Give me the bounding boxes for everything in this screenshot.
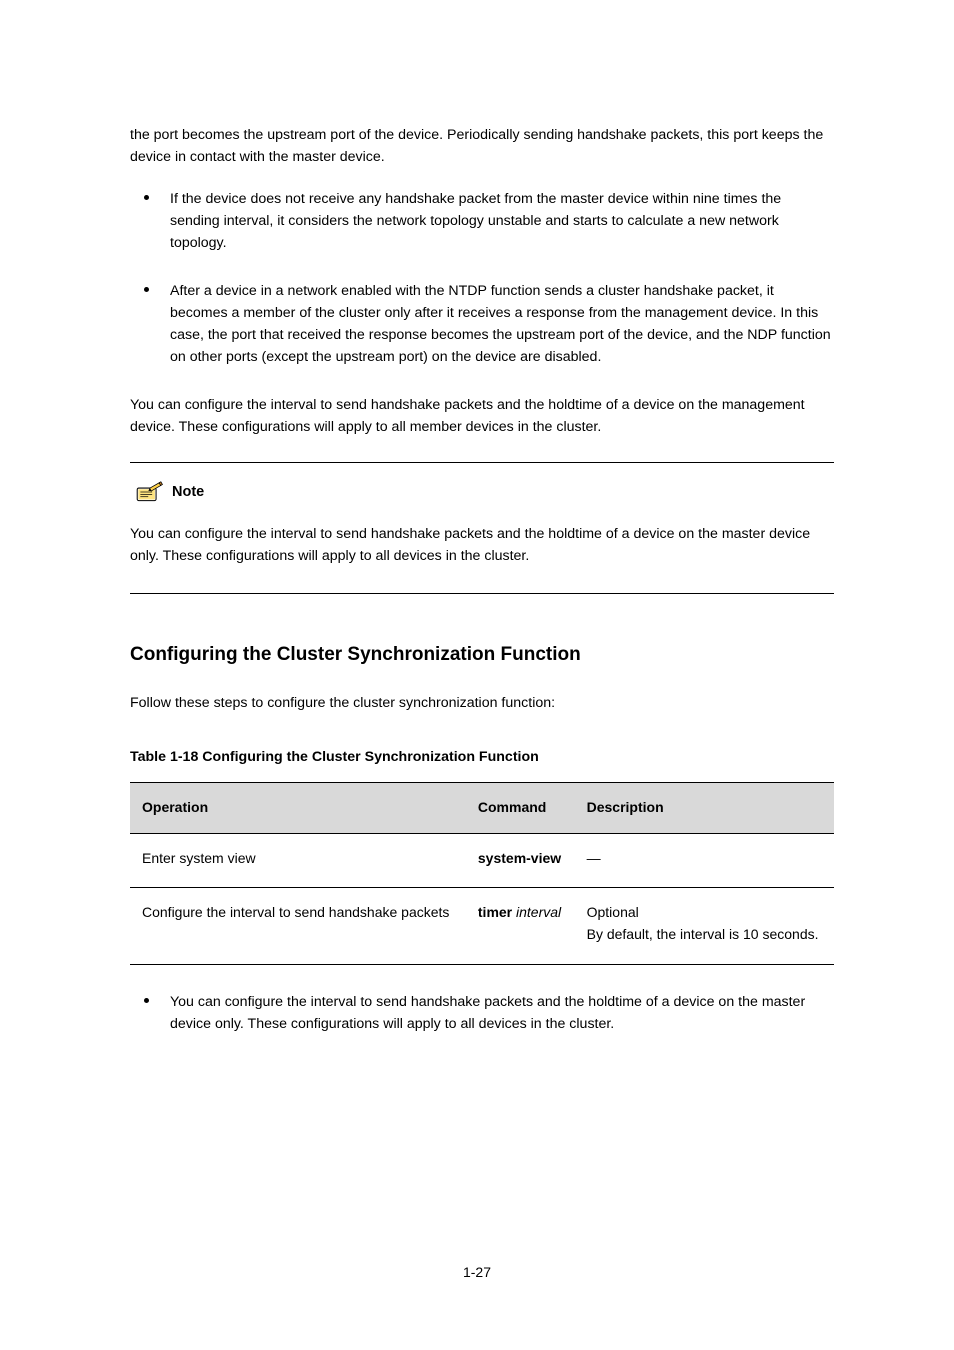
list-item: After a device in a network enabled with… [130, 280, 834, 368]
table-row: Configure the interval to send handshake… [130, 888, 834, 964]
closing-paragraph: You can configure the interval to send h… [130, 394, 834, 438]
cell-operation: Enter system view [130, 833, 466, 888]
note-icon [134, 481, 164, 503]
page-container: the port becomes the upstream port of th… [0, 0, 954, 1350]
note-label: Note [172, 481, 204, 503]
table-row: Enter system view system-view — [130, 833, 834, 888]
list-item: You can configure the interval to send h… [130, 991, 834, 1035]
intro-paragraph: the port becomes the upstream port of th… [130, 124, 834, 168]
divider [130, 462, 834, 463]
table-header-row: Operation Command Description [130, 782, 834, 833]
command-bold: timer [478, 904, 512, 920]
bullet-icon [144, 287, 149, 292]
command-italic: interval [512, 904, 561, 920]
col-command: Command [466, 782, 575, 833]
cell-command: system-view [466, 833, 575, 888]
cell-operation: Configure the interval to send handshake… [130, 888, 466, 964]
list-item-text: If the device does not receive any hands… [170, 191, 781, 251]
col-description: Description [575, 782, 834, 833]
note-body: You can configure the interval to send h… [130, 523, 834, 567]
bullet-list: If the device does not receive any hands… [130, 188, 834, 368]
page-number: 1-27 [0, 1262, 954, 1284]
note-block: Note You can configure the interval to s… [130, 462, 834, 594]
bullet-icon [144, 195, 149, 200]
table-caption: Table 1-18 Configuring the Cluster Synch… [130, 746, 834, 768]
note-header: Note [134, 481, 834, 503]
divider [130, 593, 834, 594]
list-item-text: After a device in a network enabled with… [170, 283, 831, 365]
command-bold: system-view [478, 850, 561, 866]
cell-command: timer interval [466, 888, 575, 964]
col-operation: Operation [130, 782, 466, 833]
cell-description: Optional By default, the interval is 10 … [575, 888, 834, 964]
command-table: Operation Command Description Enter syst… [130, 782, 834, 965]
bullet-icon [144, 998, 149, 1003]
list-item-text: You can configure the interval to send h… [170, 994, 805, 1032]
cell-description: — [575, 833, 834, 888]
section-lead: Follow these steps to configure the clus… [130, 692, 834, 714]
section-heading: Configuring the Cluster Synchronization … [130, 640, 834, 669]
post-table-list: You can configure the interval to send h… [130, 991, 834, 1035]
list-item: If the device does not receive any hands… [130, 188, 834, 254]
